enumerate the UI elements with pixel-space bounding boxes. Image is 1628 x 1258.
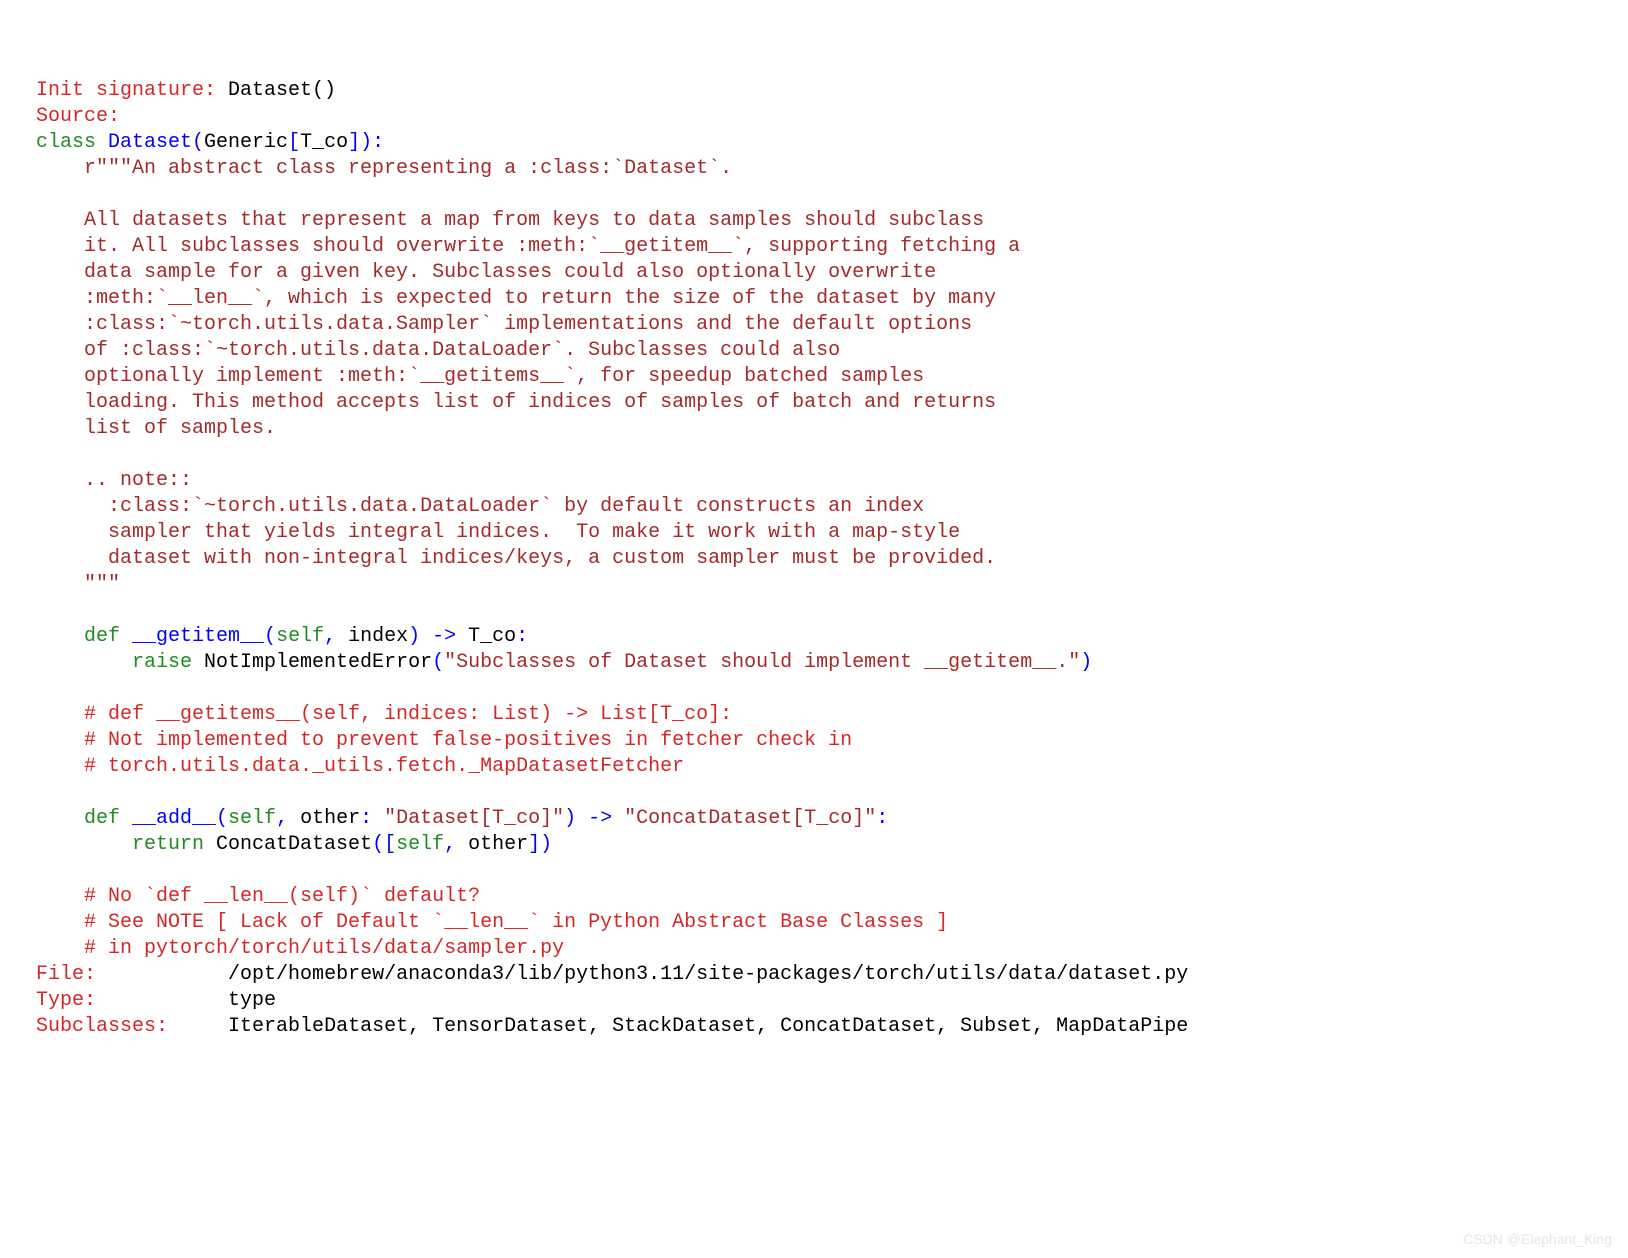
raise-keyword: raise — [36, 651, 192, 674]
generic-base: Generic — [204, 131, 288, 154]
arg-ref: other — [456, 833, 528, 856]
comment: # Not implemented to prevent false-posit… — [36, 729, 852, 752]
bracket: ] — [528, 833, 540, 856]
paren: ) — [360, 131, 372, 154]
def-keyword: def — [36, 807, 120, 830]
type-label: Type: — [36, 989, 96, 1012]
code-block: Init signature: Dataset() Source: class … — [36, 78, 1628, 1040]
class-ref: ConcatDataset — [204, 833, 372, 856]
init-signature-value: Dataset() — [216, 79, 336, 102]
source-label: Source: — [36, 105, 120, 128]
docstring: :class:`~torch.utils.data.Sampler` imple… — [36, 313, 972, 336]
paren: ) — [408, 625, 420, 648]
paren: ) — [1080, 651, 1092, 674]
type-value: type — [228, 989, 276, 1012]
docstring-close: """ — [36, 573, 120, 596]
paren: ( — [432, 651, 444, 674]
type-var: T_co — [300, 131, 348, 154]
colon: : — [876, 807, 888, 830]
arrow: -> — [420, 625, 456, 648]
colon: : — [372, 131, 384, 154]
comment: # See NOTE [ Lack of Default `__len__` i… — [36, 911, 948, 934]
docstring: r"""An abstract class representing a :cl… — [36, 157, 732, 180]
comment: # def __getitems__(self, indices: List) … — [36, 703, 732, 726]
self-arg: self — [276, 625, 324, 648]
docstring: All datasets that represent a map from k… — [36, 209, 984, 232]
arg: index — [336, 625, 408, 648]
self-arg: self — [228, 807, 276, 830]
comma: , — [276, 807, 288, 830]
comma: , — [324, 625, 336, 648]
file-label: File: — [36, 963, 96, 986]
method-name: __add__ — [120, 807, 216, 830]
colon: : — [516, 625, 528, 648]
docstring: :class:`~torch.utils.data.DataLoader` by… — [36, 495, 924, 518]
paren: ( — [264, 625, 276, 648]
docstring: :meth:`__len__`, which is expected to re… — [36, 287, 996, 310]
comment: # torch.utils.data._utils.fetch._MapData… — [36, 755, 684, 778]
colon: : — [360, 807, 372, 830]
arrow: -> — [576, 807, 612, 830]
self-ref: self — [396, 833, 444, 856]
paren: ( — [192, 131, 204, 154]
method-name: __getitem__ — [120, 625, 264, 648]
docstring: list of samples. — [36, 417, 276, 440]
docstring: optionally implement :meth:`__getitems__… — [36, 365, 924, 388]
return-type: "ConcatDataset[T_co]" — [612, 807, 876, 830]
def-keyword: def — [36, 625, 120, 648]
subclasses-label: Subclasses: — [36, 1015, 168, 1038]
docstring-note: .. note:: — [36, 469, 192, 492]
class-name: Dataset — [96, 131, 192, 154]
comment: # in pytorch/torch/utils/data/sampler.py — [36, 937, 564, 960]
init-signature-label: Init signature: — [36, 79, 216, 102]
pad — [96, 963, 228, 986]
watermark: CSDN @Elephant_King — [1463, 1230, 1612, 1248]
comment: # No `def __len__(self)` default? — [36, 885, 480, 908]
docstring: sampler that yields integral indices. To… — [36, 521, 960, 544]
bracket: ] — [348, 131, 360, 154]
pad — [96, 989, 228, 1012]
subclasses-value: IterableDataset, TensorDataset, StackDat… — [228, 1015, 1188, 1038]
docstring: it. All subclasses should overwrite :met… — [36, 235, 1020, 258]
pad — [168, 1015, 228, 1038]
arg: other — [288, 807, 360, 830]
paren: ) — [540, 833, 552, 856]
docstring: loading. This method accepts list of ind… — [36, 391, 996, 414]
type-annotation: "Dataset[T_co]" — [372, 807, 564, 830]
bracket: [ — [288, 131, 300, 154]
class-keyword: class — [36, 131, 96, 154]
file-path: /opt/homebrew/anaconda3/lib/python3.11/s… — [228, 963, 1188, 986]
bracket: [ — [384, 833, 396, 856]
return-keyword: return — [36, 833, 204, 856]
docstring: of :class:`~torch.utils.data.DataLoader`… — [36, 339, 840, 362]
exception-name: NotImplementedError — [192, 651, 432, 674]
docstring: dataset with non-integral indices/keys, … — [36, 547, 996, 570]
string-literal: "Subclasses of Dataset should implement … — [444, 651, 1080, 674]
paren: ( — [372, 833, 384, 856]
paren: ( — [216, 807, 228, 830]
comma: , — [444, 833, 456, 856]
return-type: T_co — [456, 625, 516, 648]
docstring: data sample for a given key. Subclasses … — [36, 261, 936, 284]
paren: ) — [564, 807, 576, 830]
